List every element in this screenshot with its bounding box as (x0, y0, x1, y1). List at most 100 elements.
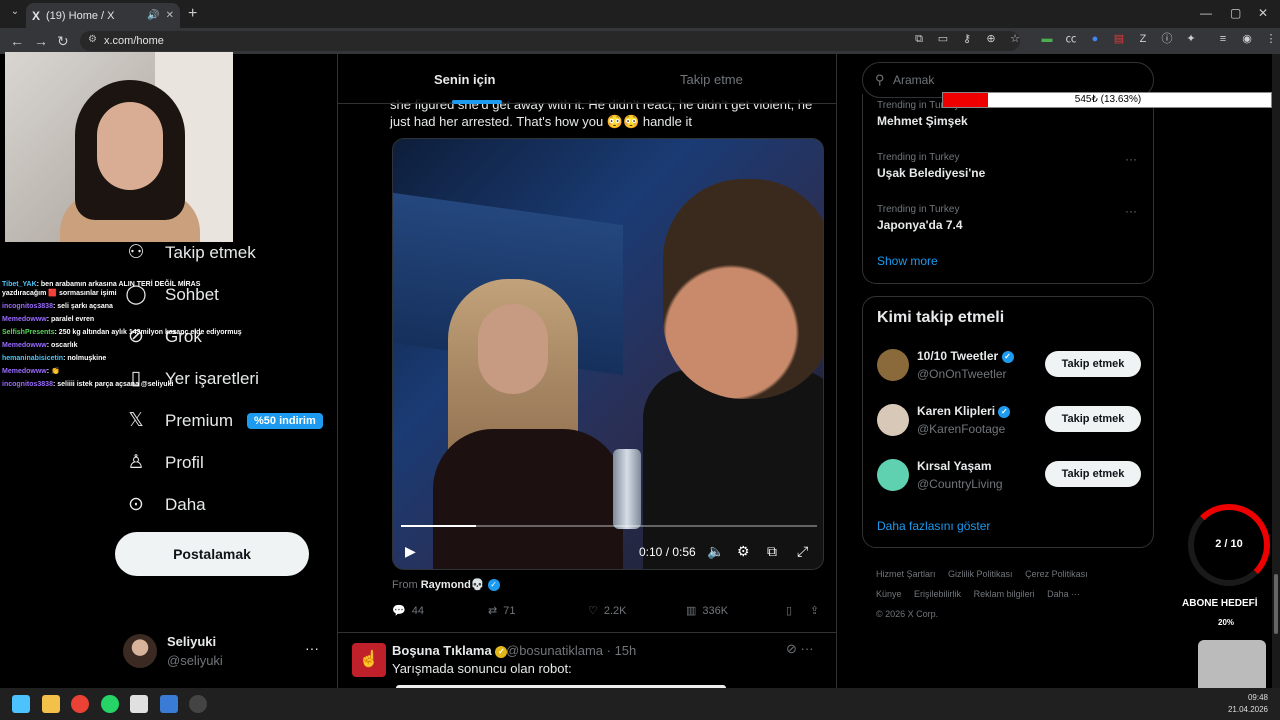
footer-link[interactable]: Daha ··· (1047, 589, 1080, 599)
tab-search-icon[interactable]: ⌄ (8, 6, 22, 20)
chat-text: : nolmuşkine (63, 355, 107, 362)
site-info-icon[interactable]: ⚙ (88, 34, 97, 45)
avatar[interactable]: ☝ (352, 643, 386, 677)
footer-link[interactable]: Hizmet Şartları (876, 569, 936, 579)
footer-link[interactable]: Erişilebilirlik (914, 589, 961, 599)
nav-profile[interactable]: ♙ Profil (125, 452, 204, 474)
extension-z-icon[interactable]: Z (1136, 32, 1150, 46)
reply-icon: 💬 (392, 605, 406, 617)
trend-item[interactable]: Trending in Turkey Japonya'da 7.4 ··· (877, 204, 1145, 232)
trend-more-icon[interactable]: ··· (1125, 152, 1137, 166)
tweet-author-name[interactable]: Boşuna Tıklama ✓ (392, 643, 508, 658)
windows-start-icon[interactable] (12, 695, 30, 713)
chrome-icon[interactable] (71, 695, 89, 713)
author-name-text: Boşuna Tıklama (392, 643, 492, 658)
trend-more-icon[interactable]: ··· (1125, 204, 1137, 218)
extension-flag-icon[interactable]: ▤ (1112, 32, 1126, 46)
close-window-icon[interactable]: ✕ (1258, 6, 1268, 20)
grok-icon[interactable]: ⊘ (786, 641, 797, 656)
video-progress-fill (401, 525, 476, 527)
tab-for-you[interactable]: Senin için (434, 72, 495, 87)
extension-info-icon[interactable]: ⓘ (1160, 32, 1174, 46)
bookmark-button[interactable]: ▯ (786, 604, 792, 617)
account-more-icon[interactable]: ··· (305, 640, 319, 656)
more-icon[interactable]: ··· (801, 641, 814, 656)
play-icon[interactable]: ▶ (405, 543, 416, 560)
nav-more[interactable]: ⊙ Daha (125, 494, 206, 516)
zoom-icon[interactable]: ⊕ (984, 32, 998, 46)
follow-button[interactable]: Takip etmek (1045, 406, 1141, 432)
footer-link[interactable]: Künye (876, 589, 902, 599)
fullscreen-icon[interactable]: ⤢ (797, 543, 808, 560)
profile-avatar-icon[interactable]: ◉ (1240, 32, 1254, 46)
follow-button[interactable]: Takip etmek (1045, 351, 1141, 377)
browser-tab-bar: ⌄ X (19) Home / X 🔊 ✕ + — ▢ ✕ (0, 0, 1280, 28)
footer-link[interactable]: Reklam bilgileri (974, 589, 1035, 599)
show-more-link[interactable]: Show more (877, 254, 938, 268)
photos-icon[interactable] (160, 695, 178, 713)
tab-close-icon[interactable]: ✕ (166, 10, 174, 21)
browser-menu-icon[interactable]: ⋮ (1264, 32, 1278, 46)
obs-icon[interactable] (189, 695, 207, 713)
tweet-video[interactable]: ▶ 0:10 / 0:56 🔈 ⚙ ⧉ ⤢ (392, 138, 824, 570)
extensions-puzzle-icon[interactable]: ✦ (1184, 32, 1198, 46)
extension-cc-icon[interactable]: ㏄ (1064, 32, 1078, 46)
key-icon[interactable]: ⚷ (960, 32, 974, 46)
video-progress-bar[interactable] (401, 525, 817, 527)
translate-icon[interactable]: ⧉ (912, 32, 926, 46)
footer-link[interactable]: Gizlilik Politikası (948, 569, 1013, 579)
search-placeholder: Aramak (893, 73, 935, 87)
extension-battery-icon[interactable]: ▬ (1040, 32, 1054, 46)
volume-icon[interactable]: 🔈 (707, 543, 724, 560)
file-explorer-icon[interactable] (42, 695, 60, 713)
page-scrollbar[interactable] (1272, 54, 1280, 688)
footer-link[interactable]: Çerez Politikası (1025, 569, 1088, 579)
chat-user: hemaninabisicetin (2, 355, 64, 362)
nav-premium[interactable]: 𝕏 Premium %50 indirim (125, 410, 323, 432)
minimize-icon[interactable]: — (1200, 6, 1212, 20)
pip-icon[interactable]: ⧉ (767, 543, 777, 560)
browser-tab[interactable]: X (19) Home / X 🔊 ✕ (26, 3, 180, 28)
post-button[interactable]: Postalamak (115, 532, 309, 576)
extension-circle-icon[interactable]: ● (1088, 32, 1102, 46)
maximize-icon[interactable]: ▢ (1230, 6, 1241, 20)
cast-icon[interactable]: ▭ (936, 32, 950, 46)
tweet[interactable]: ☝ Boşuna Tıklama ✓ @bosunatiklama · 15h … (338, 632, 836, 688)
tab-audio-icon[interactable]: 🔊 (147, 10, 159, 21)
goal-percent: 20% (1218, 618, 1235, 627)
playlist-icon[interactable]: ≡ (1216, 32, 1230, 46)
account-handle: @seliyuki (167, 653, 223, 668)
nav-follow[interactable]: ⚇ Takip etmek (125, 242, 255, 264)
reply-button[interactable]: 💬 44 (392, 604, 424, 618)
like-button[interactable]: ♡ 2.2K (588, 604, 627, 618)
chat-message: hemaninabisicetin: nolmuşkine (2, 354, 242, 363)
back-icon[interactable]: ← (10, 33, 24, 49)
url-input[interactable]: ⚙ x.com/home (80, 31, 1020, 51)
show-more-suggestions-link[interactable]: Daha fazlasını göster (877, 519, 990, 533)
repost-button[interactable]: ⇄ 71 (488, 604, 515, 618)
tweet-more-icons: ⊘ ··· (786, 641, 814, 657)
views-button[interactable]: ▥ 336K (686, 604, 728, 618)
follow-suggestion[interactable]: Karen Klipleri ✓ @KarenFootage Takip etm… (877, 402, 1143, 442)
follow-button[interactable]: Takip etmek (1045, 461, 1141, 487)
account-switcher[interactable]: Seliyuki @seliyuki ··· (123, 632, 323, 672)
scrollbar-thumb[interactable] (1274, 574, 1278, 634)
forward-icon[interactable]: → (34, 33, 48, 49)
share-button[interactable]: ⇪ (810, 604, 819, 617)
chat-text: : seli şarkı açsana (52, 303, 113, 310)
from-name[interactable]: Raymond💀 (421, 579, 485, 591)
whatsapp-icon[interactable] (101, 695, 119, 713)
avatar (877, 349, 909, 381)
trend-item[interactable]: Trending in Turkey Uşak Belediyesi'ne ··… (877, 152, 1145, 180)
follow-suggestion[interactable]: Kırsal Yaşam @CountryLiving Takip etmek (877, 457, 1143, 497)
goal-count: 2 / 10 (1215, 538, 1243, 550)
reload-icon[interactable]: ↻ (57, 33, 69, 50)
tab-following[interactable]: Takip etme (680, 72, 743, 87)
settings-icon[interactable]: ⚙ (737, 543, 750, 560)
new-tab-button[interactable]: + (188, 5, 197, 23)
nav-profile-label: Profil (165, 453, 204, 472)
taskbar-clock[interactable]: 09:48 21.04.2026 (1222, 692, 1268, 716)
paint-icon[interactable] (130, 695, 148, 713)
star-icon[interactable]: ☆ (1008, 32, 1022, 46)
follow-suggestion[interactable]: 10/10 Tweetler ✓ @OnOnTweetler Takip etm… (877, 347, 1143, 387)
